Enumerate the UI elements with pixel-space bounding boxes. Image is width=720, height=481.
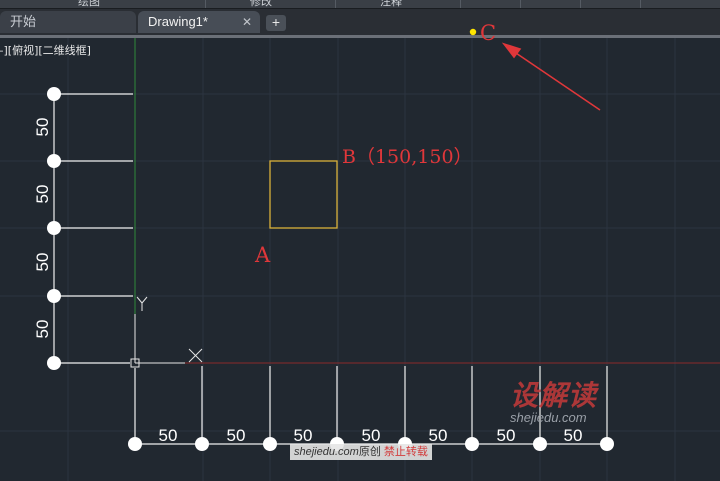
horizontal-dim-text: 50 [497, 426, 516, 445]
vertical-dim-text: 50 [33, 118, 52, 137]
annotation-arrow [501, 42, 601, 111]
dimension-node [465, 437, 479, 451]
ucs-icon [130, 296, 203, 368]
horizontal-dim-text: 50 [227, 426, 246, 445]
label-a: A [254, 243, 271, 267]
watermark-banner-warning: 禁止转载 [383, 446, 428, 458]
horizontal-dim-text: 50 [294, 426, 313, 445]
horizontal-dim-text: 50 [429, 426, 448, 445]
watermark-banner: shejiedu.com原创 禁止转载 [290, 444, 432, 460]
dimension-node [47, 289, 61, 303]
dimension-node [533, 437, 547, 451]
dimension-node [600, 437, 614, 451]
dimension-node [263, 437, 277, 451]
watermark-banner-text: 原创 [358, 446, 381, 458]
dimension-node [47, 221, 61, 235]
dimension-node [128, 437, 142, 451]
dimension-node [195, 437, 209, 451]
horizontal-dim-text: 50 [159, 426, 178, 445]
vertical-dim-text: 50 [33, 185, 52, 204]
horizontal-dim-text: 50 [564, 426, 583, 445]
ucs-y-label: Y [0, 0, 1, 1]
watermark-logo: 设解读 [510, 379, 598, 412]
yellow-rectangle[interactable] [269, 160, 338, 229]
label-c: C [480, 21, 496, 45]
ucs-x-label: X [0, 0, 1, 1]
label-b: B（150,150） [342, 146, 473, 168]
vertical-dim-text: 50 [33, 253, 52, 272]
horizontal-dim-text: 50 [362, 426, 381, 445]
watermark: 设解读 shejiedu.com [510, 374, 625, 425]
dimension-node [47, 356, 61, 370]
vertical-dim-text: 50 [33, 320, 52, 339]
dimension-node [47, 154, 61, 168]
watermark-banner-url: shejiedu.com [294, 446, 359, 458]
viewport-controls[interactable]: –][俯视][二维线框] [0, 42, 91, 58]
vertical-dimension [53, 93, 133, 364]
dimension-node [47, 87, 61, 101]
point-c-marker[interactable] [469, 28, 477, 36]
